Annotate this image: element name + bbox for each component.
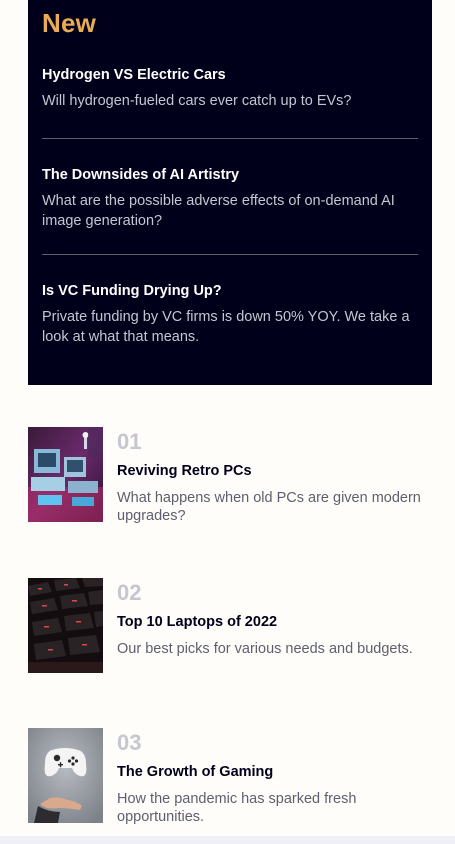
new-article-description: Private funding by VC firms is down 50% … [42,309,410,345]
article-description: How the pandemic has sparked fresh oppor… [117,791,357,825]
article-description: Our best picks for various needs and bud… [117,641,413,657]
retro-pc-thumbnail-icon[interactable] [28,427,103,522]
footer-strip [0,836,455,844]
new-article-title[interactable]: The Downsides of AI Artistry [42,166,418,184]
new-article-item[interactable]: Hydrogen VS Electric Cars Will hydrogen-… [42,66,418,111]
new-heading: New [42,8,97,38]
page: New Hydrogen VS Electric Cars Will hydro… [0,0,455,844]
article-text: 03 The Growth of Gaming How the pandemic… [117,728,427,826]
numbered-article-item[interactable]: 01 Reviving Retro PCs What happens when … [28,427,428,525]
numbered-article-item[interactable]: 03 The Growth of Gaming How the pandemic… [28,728,428,826]
article-title[interactable]: Top 10 Laptops of 2022 [117,613,427,631]
article-number: 01 [117,429,142,454]
new-article-title[interactable]: Hydrogen VS Electric Cars [42,66,418,84]
new-articles-panel: New Hydrogen VS Electric Cars Will hydro… [28,0,432,385]
divider [42,254,418,255]
article-text: 02 Top 10 Laptops of 2022 Our best picks… [117,578,427,658]
article-title[interactable]: Reviving Retro PCs [117,462,427,480]
divider [42,138,418,139]
article-text: 01 Reviving Retro PCs What happens when … [117,427,427,525]
article-number: 02 [117,580,142,605]
new-article-item[interactable]: Is VC Funding Drying Up? Private funding… [42,282,418,347]
keyboard-thumbnail-icon[interactable] [28,578,103,673]
new-article-description: What are the possible adverse effects of… [42,193,395,229]
new-article-item[interactable]: The Downsides of AI Artistry What are th… [42,166,418,231]
new-article-description: Will hydrogen-fueled cars ever catch up … [42,93,352,109]
article-title[interactable]: The Growth of Gaming [117,763,427,781]
article-number: 03 [117,730,142,755]
numbered-article-item[interactable]: 02 Top 10 Laptops of 2022 Our best picks… [28,578,428,674]
article-description: What happens when old PCs are given mode… [117,490,421,524]
new-article-title[interactable]: Is VC Funding Drying Up? [42,282,418,300]
game-controller-thumbnail-icon[interactable] [28,728,103,823]
